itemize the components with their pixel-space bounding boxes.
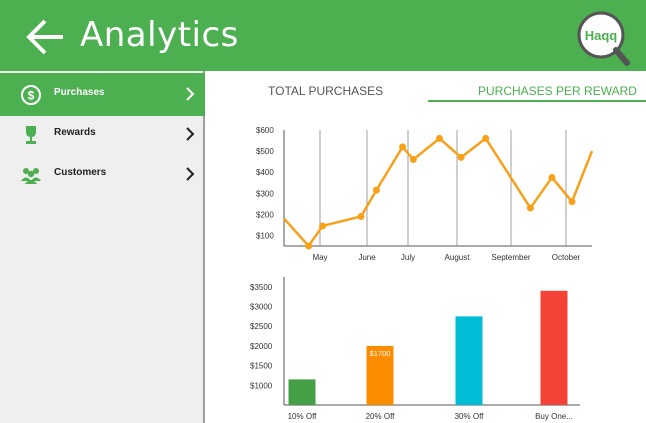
x-tick-label: June — [358, 253, 376, 262]
data-point — [409, 156, 417, 164]
chevron-right-icon — [186, 87, 195, 101]
x-tick-label: August — [445, 253, 471, 262]
data-point — [548, 173, 556, 181]
dollar-circle-icon: $ — [21, 85, 41, 105]
series-line — [283, 136, 594, 249]
chevron-right-icon — [186, 127, 195, 141]
bar-chart: $3500 $3000 $2500 $2000 $1500 $1000 10% Off 20%… — [250, 277, 580, 421]
page-title: Analytics — [80, 15, 239, 55]
x-tick-label: July — [401, 253, 415, 262]
chevron-right-icon — [186, 167, 195, 181]
svg-text:$: $ — [28, 89, 35, 103]
data-point — [568, 198, 576, 206]
data-point — [526, 204, 534, 212]
active-tab-indicator — [428, 100, 646, 102]
data-point — [482, 134, 490, 142]
data-point — [357, 212, 365, 220]
x-tick-label: Buy One... — [535, 412, 573, 421]
y-tick-label: $200 — [256, 210, 274, 219]
tab-total-purchases[interactable]: TOTAL PURCHASES — [268, 84, 383, 98]
y-tick-label: $100 — [256, 231, 274, 240]
sidebar-item-label: Customers — [54, 167, 107, 178]
trophy-icon — [26, 126, 36, 144]
data-point — [436, 134, 444, 142]
haqq-logo: Haqq — [577, 11, 630, 66]
sidebar-item-label: Rewards — [54, 127, 96, 138]
bar — [540, 290, 568, 405]
y-tick-label: $2500 — [250, 322, 273, 331]
bar — [455, 316, 483, 405]
y-tick-label: $1000 — [250, 381, 273, 390]
data-label: $1700 — [370, 349, 391, 358]
app-header: Analytics Haqq — [0, 0, 646, 71]
people-icon — [21, 168, 41, 184]
logo-text: Haqq — [585, 28, 618, 43]
x-tick-label: 30% Off — [455, 412, 485, 421]
data-point — [399, 143, 407, 151]
sidebar-item-customers[interactable]: Customers — [0, 153, 205, 196]
x-tick-label: October — [552, 253, 581, 262]
sidebar-item-purchases[interactable]: $ Purchases — [0, 73, 205, 116]
x-tick-label: 10% Off — [288, 412, 318, 421]
tab-purchases-per-reward[interactable]: PURCHASES PER REWARD — [478, 84, 637, 98]
sidebar: $ Purchases Rewards Customers — [0, 71, 205, 423]
y-tick-label: $500 — [256, 147, 274, 156]
bar — [288, 379, 316, 405]
sidebar-item-rewards[interactable]: Rewards — [0, 113, 205, 156]
y-tick-label: $3000 — [250, 303, 273, 312]
back-arrow-icon[interactable] — [25, 18, 65, 56]
y-tick-label: $600 — [256, 126, 274, 135]
x-tick-label: September — [491, 253, 530, 262]
data-point — [319, 222, 326, 230]
y-tick-label: $1500 — [250, 362, 273, 371]
y-tick-label: $300 — [256, 189, 274, 198]
line-chart: $600 $500 $400 $300 $200 $100 May June July Augus… — [256, 126, 594, 262]
sidebar-item-label: Purchases — [54, 87, 105, 98]
data-point — [305, 242, 313, 250]
y-tick-label: $2000 — [250, 342, 273, 351]
y-tick-label: $400 — [256, 168, 274, 177]
data-point — [457, 153, 465, 161]
y-tick-label: $3500 — [250, 283, 273, 292]
x-tick-label: May — [312, 253, 327, 262]
data-point — [372, 186, 380, 194]
x-tick-label: 20% Off — [366, 412, 396, 421]
